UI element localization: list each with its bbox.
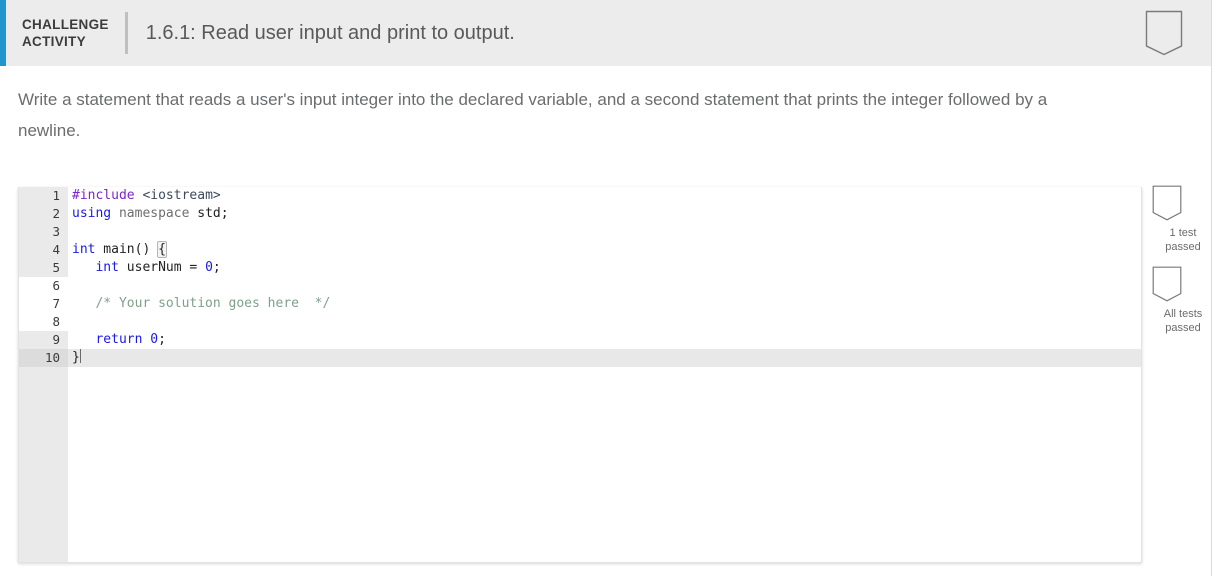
test-result-caption: passed — [1165, 322, 1201, 334]
line-source[interactable]: return 0; — [68, 331, 1141, 349]
line-number: 1 — [19, 187, 68, 205]
line-number: 6 — [19, 277, 68, 295]
line-number: 9 — [19, 331, 68, 349]
pennant-icon — [1152, 185, 1214, 221]
code-line[interactable]: 3 — [19, 223, 1141, 241]
code-lines[interactable]: 1 #include <iostream> 2 using namespace std… — [19, 187, 1141, 367]
code-line[interactable]: 6 — [19, 277, 1141, 295]
code-token: namespace — [118, 206, 190, 221]
activity-kicker-line-2: ACTIVITY — [22, 34, 86, 49]
line-number: 10 — [19, 349, 68, 367]
code-token: std; — [197, 206, 229, 221]
code-line[interactable]: 1 #include <iostream> — [19, 187, 1141, 205]
text-caret — [79, 349, 81, 363]
code-line[interactable]: 10} — [19, 349, 1141, 367]
test-results-rail: 1 test passed All tests passed — [1152, 185, 1214, 347]
line-source[interactable]: int userNum = 0; — [68, 259, 1141, 277]
pennant-icon — [1152, 266, 1214, 302]
header-badge-wrap[interactable] — [1145, 0, 1211, 66]
code-token: { — [157, 241, 167, 258]
activity-title: 1.6.1: Read user input and print to outp… — [145, 21, 515, 44]
test-result-caption: passed — [1165, 241, 1201, 253]
line-source[interactable] — [68, 277, 1141, 295]
code-token: int — [72, 242, 96, 257]
code-line[interactable]: 7 /* Your solution goes here */ — [19, 295, 1141, 313]
code-token: /* Your solution goes here */ — [72, 296, 331, 311]
activity-kicker: CHALLENGE ACTIVITY — [6, 0, 125, 66]
line-number: 2 — [19, 205, 68, 223]
code-token: ; — [158, 332, 166, 347]
code-line[interactable]: 8 — [19, 313, 1141, 331]
code-token: ; — [212, 260, 221, 275]
pennant-icon — [1145, 10, 1183, 56]
line-number: 8 — [19, 313, 68, 331]
code-line[interactable]: 5 int userNum = 0; — [19, 259, 1141, 277]
code-editor[interactable]: 1 #include <iostream> 2 using namespace std… — [18, 187, 1142, 563]
line-number: 5 — [19, 259, 68, 277]
line-number: 7 — [19, 295, 68, 313]
line-source[interactable]: } — [68, 349, 1141, 367]
line-source[interactable]: #include <iostream> — [68, 187, 1141, 205]
test-result-item[interactable]: 1 test passed — [1152, 185, 1214, 254]
line-source[interactable]: int main() { — [68, 241, 1141, 259]
code-token: using — [72, 206, 112, 221]
line-source[interactable]: /* Your solution goes here */ — [68, 295, 1141, 313]
editor-surface[interactable]: 1 #include <iostream> 2 using namespace std… — [19, 187, 1141, 562]
line-source[interactable] — [68, 223, 1141, 241]
code-token: int — [95, 260, 119, 275]
line-number: 4 — [19, 241, 68, 259]
test-result-item[interactable]: All tests passed — [1152, 266, 1214, 335]
code-line[interactable]: 2 using namespace std; — [19, 205, 1141, 223]
code-token: #include — [72, 188, 135, 203]
code-token: userNum — [118, 260, 190, 275]
code-line[interactable]: 9 return 0; — [19, 331, 1141, 349]
activity-header: CHALLENGE ACTIVITY 1.6.1: Read user inpu… — [0, 0, 1211, 66]
code-token: <iostream> — [142, 188, 221, 203]
code-token: return — [95, 332, 143, 347]
line-source[interactable] — [68, 313, 1141, 331]
code-token: main() — [95, 242, 159, 257]
code-line[interactable]: 4 int main() { — [19, 241, 1141, 259]
page-separator — [1211, 0, 1212, 576]
code-token: 0 — [150, 332, 159, 347]
activity-kicker-line-1: CHALLENGE — [22, 17, 109, 32]
line-source[interactable]: using namespace std; — [68, 205, 1141, 223]
line-number: 3 — [19, 223, 68, 241]
prompt-text: Write a statement that reads a user's in… — [18, 90, 1048, 140]
code-token: = — [189, 260, 206, 275]
test-result-caption: 1 test — [1169, 227, 1197, 239]
code-token: 0 — [205, 260, 213, 275]
code-token: } — [72, 350, 80, 365]
test-result-caption: All tests — [1163, 308, 1203, 320]
